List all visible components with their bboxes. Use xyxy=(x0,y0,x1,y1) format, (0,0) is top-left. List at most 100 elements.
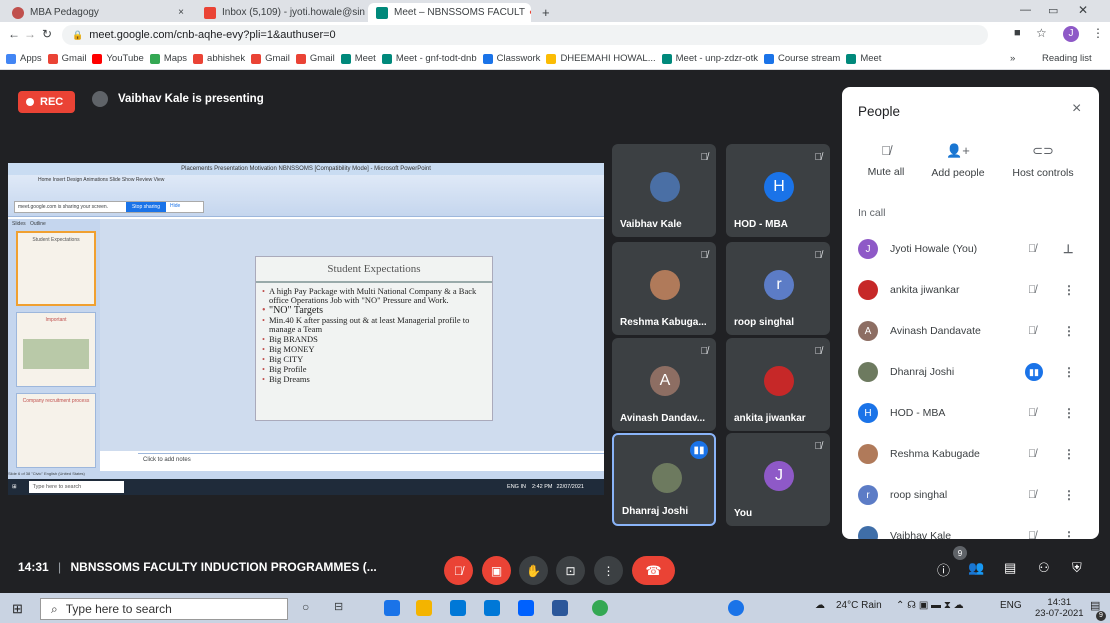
participant-name: roop singhal xyxy=(890,489,948,501)
list-item[interactable]: Reshma Kabugade 🎙̸ ⋮ xyxy=(842,434,1099,474)
host-controls-button[interactable]: ⊂⊃ Host controls xyxy=(1003,143,1083,179)
pin-icon[interactable]: ⊥ xyxy=(1063,242,1073,256)
slide-thumbnail[interactable]: Company recruitment process xyxy=(16,393,96,468)
browser-tab[interactable]: MBA Pedagogy × xyxy=(4,3,192,22)
bookmark-item[interactable]: Gmail xyxy=(295,53,335,64)
clock[interactable]: 14:31 23-07-2021 xyxy=(1035,597,1084,619)
participant-tile[interactable]: 🎙̸ H HOD - MBA xyxy=(726,144,830,237)
close-window-icon[interactable]: ✕ xyxy=(1078,3,1088,17)
menu-icon[interactable]: ⋮ xyxy=(1092,26,1104,40)
camera-toggle-button[interactable]: ▣ xyxy=(482,556,511,585)
notification-icon[interactable]: ▤ xyxy=(1090,599,1100,612)
mic-toggle-button[interactable]: 🎙̸ xyxy=(444,556,473,585)
tab-slides[interactable]: Slides xyxy=(12,221,26,227)
chrome-icon[interactable] xyxy=(592,600,608,616)
list-item[interactable]: Vaibhav Kale 🎙̸ ⋮ xyxy=(842,516,1099,539)
more-options-icon[interactable]: ⋮ xyxy=(1063,324,1075,338)
more-bookmarks-icon[interactable]: » xyxy=(1010,53,1015,64)
new-tab-button[interactable]: + xyxy=(534,3,558,22)
list-item[interactable]: ankita jiwankar 🎙̸ ⋮ xyxy=(842,270,1099,310)
word-icon[interactable] xyxy=(552,600,568,616)
bookmark-item[interactable]: Apps xyxy=(6,53,42,64)
cortana-icon[interactable]: ○ xyxy=(302,600,318,616)
stop-sharing-button[interactable]: Stop sharing xyxy=(126,202,166,212)
more-options-icon[interactable]: ⋮ xyxy=(1063,488,1075,502)
bookmark-item[interactable]: Meet xyxy=(846,53,881,64)
tab-outline[interactable]: Outline xyxy=(30,221,46,227)
tray-icons[interactable]: ⌃ ☊ ▣ ▬ ⧗ ☁ xyxy=(896,600,964,611)
list-item[interactable]: r roop singhal 🎙̸ ⋮ xyxy=(842,475,1099,515)
camera-icon[interactable]: ■ xyxy=(1014,27,1021,39)
language-indicator[interactable]: ENG xyxy=(1000,600,1022,611)
participant-tile[interactable]: 🎙̸ ankita jiwankar xyxy=(726,338,830,431)
participant-tile[interactable]: 🎙̸ r roop singhal xyxy=(726,242,830,335)
bookmark-item[interactable]: abhishek xyxy=(193,53,245,64)
windows-start-icon[interactable]: ⊞ xyxy=(12,601,23,617)
activities-icon[interactable]: ⚇ xyxy=(1038,560,1050,576)
browser-tab-active[interactable]: Meet – NBNSSOMS FACULT ● × xyxy=(368,3,531,22)
more-options-icon[interactable]: ⋮ xyxy=(1063,406,1075,420)
present-button[interactable]: ⊡ xyxy=(556,556,585,585)
presenter-banner: Vaibhav Kale is presenting xyxy=(92,91,264,107)
more-options-icon[interactable]: ⋮ xyxy=(1063,447,1075,461)
bookmark-item[interactable]: Meet - unp-zdzr-otk xyxy=(661,53,758,64)
task-view-icon[interactable]: ⊟ xyxy=(334,600,350,616)
participant-tile-speaking[interactable]: ▮▮ Dhanraj Joshi xyxy=(612,433,716,526)
mail-icon[interactable] xyxy=(484,600,500,616)
back-icon[interactable]: ← xyxy=(8,27,20,41)
maximize-icon[interactable]: ▭ xyxy=(1048,4,1058,17)
bookmark-item[interactable]: YouTube xyxy=(92,53,144,64)
weather-text[interactable]: 24°C Rain xyxy=(836,600,882,611)
more-options-icon[interactable]: ⋮ xyxy=(1063,529,1075,539)
reload-icon[interactable]: ↻ xyxy=(42,27,52,41)
url-bar[interactable]: 🔒 meet.google.com/cnb-aqhe-evy?pli=1&aut… xyxy=(62,25,988,45)
bookmark-item[interactable]: Meet - gnf-todt-dnb xyxy=(381,53,477,64)
store-icon[interactable] xyxy=(450,600,466,616)
app-icon[interactable] xyxy=(384,600,400,616)
close-icon[interactable]: × xyxy=(1072,100,1081,118)
tab-close-icon[interactable]: × xyxy=(365,7,366,18)
search-input[interactable]: ⌕ Type here to search xyxy=(40,598,288,620)
slide-thumbnail[interactable]: Important xyxy=(16,312,96,387)
participant-tile-self[interactable]: 🎙̸ J You xyxy=(726,433,830,526)
dropbox-icon[interactable] xyxy=(518,600,534,616)
bookmark-item[interactable]: Gmail xyxy=(47,53,86,64)
list-item[interactable]: H HOD - MBA 🎙̸ ⋮ xyxy=(842,393,1099,433)
mute-all-button[interactable]: 🎙̸ Mute all xyxy=(846,143,926,178)
list-item[interactable]: Dhanraj Joshi ▮▮ ⋮ xyxy=(842,352,1099,392)
people-icon[interactable]: 👥 xyxy=(968,560,984,576)
chat-icon[interactable]: ▤ xyxy=(1004,560,1016,576)
list-item[interactable]: J Jyoti Howale (You) 🎙̸ ⊥ xyxy=(842,229,1099,269)
participant-tile[interactable]: 🎙̸ A Avinash Dandav... xyxy=(612,338,716,431)
slide-thumbnail[interactable]: Student Expectations xyxy=(16,231,96,306)
hide-button[interactable]: Hide xyxy=(170,203,180,209)
bookmark-item[interactable]: DHEEMAHI HOWAL... xyxy=(546,53,656,64)
shield-icon[interactable]: ⛨ xyxy=(1072,560,1082,576)
bookmark-item[interactable]: Meet xyxy=(340,53,376,64)
gmail-favicon-icon xyxy=(204,6,216,19)
help-icon[interactable] xyxy=(728,600,744,616)
more-options-icon[interactable]: ⋮ xyxy=(1063,365,1075,379)
profile-avatar[interactable]: J xyxy=(1063,26,1079,42)
add-people-button[interactable]: 👤+ Add people xyxy=(918,143,998,179)
info-icon[interactable]: ⓘ xyxy=(937,560,950,579)
browser-tab[interactable]: Inbox (5,109) - jyoti.howale@sin × xyxy=(196,3,366,22)
more-options-button[interactable]: ⋮ xyxy=(594,556,623,585)
file-explorer-icon[interactable] xyxy=(416,600,432,616)
tab-close-icon[interactable]: × xyxy=(172,7,184,18)
participant-tile[interactable]: 🎙̸ Vaibhav Kale xyxy=(612,144,716,237)
star-icon[interactable]: ☆ xyxy=(1036,26,1047,40)
windows-icon: ⊞ xyxy=(12,484,17,490)
raise-hand-button[interactable]: ✋ xyxy=(519,556,548,585)
bookmark-item[interactable]: Course stream xyxy=(764,53,840,64)
list-item[interactable]: A Avinash Dandavate 🎙̸ ⋮ xyxy=(842,311,1099,351)
bookmark-item[interactable]: Gmail xyxy=(251,53,290,64)
minimize-icon[interactable]: — xyxy=(1020,4,1031,16)
reading-list-button[interactable]: Reading list xyxy=(1042,53,1092,64)
forward-icon[interactable]: → xyxy=(24,27,36,41)
leave-call-button[interactable]: ☎ xyxy=(632,556,675,585)
bookmark-item[interactable]: Classwork xyxy=(482,53,540,64)
more-options-icon[interactable]: ⋮ xyxy=(1063,283,1075,297)
bookmark-item[interactable]: Maps xyxy=(149,53,187,64)
participant-tile[interactable]: 🎙̸ Reshma Kabuga... xyxy=(612,242,716,335)
